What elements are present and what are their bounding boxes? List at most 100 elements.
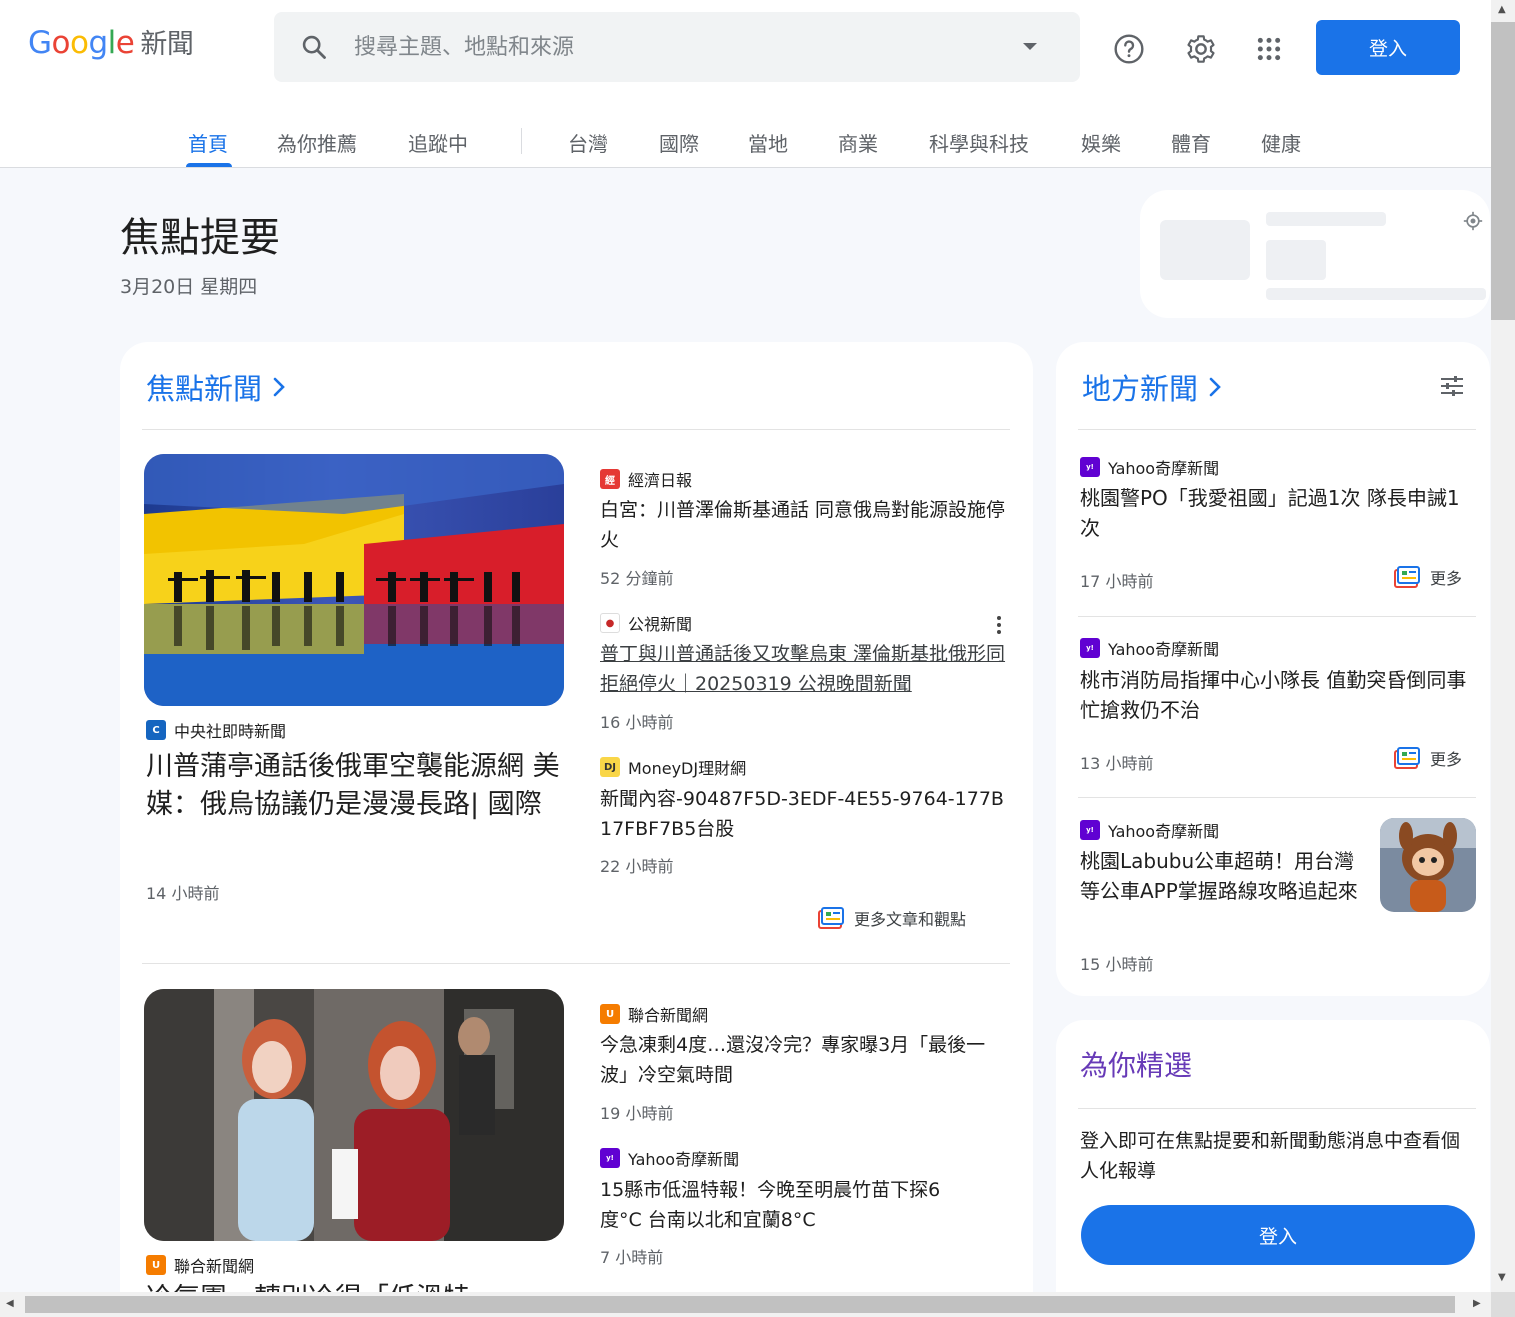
scroll-down-arrow-icon[interactable]: ▼	[1498, 1272, 1506, 1283]
more-options-button[interactable]	[984, 610, 1014, 640]
scroll-up-arrow-icon[interactable]: ▲	[1498, 4, 1506, 15]
article-headline[interactable]: 15縣市低溫特報！今晚至明晨竹苗下探6度°C 台南以北和宜蘭8°C	[600, 1175, 980, 1235]
kebab-icon	[997, 472, 1001, 490]
more-options-button[interactable]	[1334, 812, 1364, 842]
source-name: 經濟日報	[628, 471, 693, 490]
tab-following[interactable]: 追蹤中	[408, 128, 468, 157]
vertical-scroll-thumb[interactable]	[1491, 22, 1515, 320]
article-headline[interactable]: 今急凍剩4度…還沒冷完？專家曝3月「最後一波」冷空氣時間	[600, 1030, 1008, 1090]
more-options-button[interactable]	[1456, 452, 1486, 482]
horizontal-scroll-thumb[interactable]	[25, 1296, 1455, 1313]
weather-skeleton	[1266, 240, 1326, 280]
more-options-button[interactable]	[1456, 634, 1486, 664]
tab-world[interactable]: 國際	[659, 128, 699, 157]
article-source: y! Yahoo奇摩新聞	[1080, 636, 1219, 660]
tab-sports[interactable]: 體育	[1171, 128, 1211, 157]
vertical-scrollbar[interactable]: ▲ ▼	[1491, 0, 1515, 1292]
apps-grid-icon	[1257, 37, 1281, 61]
tab-business[interactable]: 商業	[838, 128, 878, 157]
hero-headline[interactable]: 川普蒲亭通話後俄軍空襲能源網 美媒：俄烏協議仍是漫漫長路| 國際	[146, 748, 566, 824]
scroll-left-arrow-icon[interactable]: ◀	[6, 1298, 14, 1309]
search-options-dropdown[interactable]	[980, 12, 1080, 82]
article-headline[interactable]: 新聞內容-90487F5D-3EDF-4E55-9764-177B17FBF7B…	[600, 784, 1008, 844]
search-icon	[302, 35, 326, 59]
source-name: 公視新聞	[628, 615, 693, 634]
divider	[142, 429, 1010, 430]
kebab-icon	[997, 1152, 1001, 1170]
horizontal-scrollbar[interactable]: ◀ ▶	[0, 1292, 1491, 1317]
search-button[interactable]	[274, 12, 354, 82]
source-name: 聯合新聞網	[174, 1257, 255, 1276]
hero-headline[interactable]: 冷氣團一轉別冷得「低溫特	[146, 1280, 566, 1292]
more-options-button[interactable]	[984, 1000, 1014, 1030]
nav-divider	[521, 128, 522, 154]
more-options-button[interactable]	[540, 716, 570, 746]
apps-button[interactable]	[1234, 14, 1304, 84]
kebab-icon	[553, 722, 557, 740]
article-source: ● 公視新聞	[600, 611, 692, 635]
kebab-icon	[997, 616, 1001, 634]
more-options-button[interactable]	[984, 1146, 1014, 1176]
article-source: y! Yahoo奇摩新聞	[1080, 818, 1219, 842]
more-coverage-button[interactable]: 更多	[1394, 746, 1462, 770]
article-source: U 聯合新聞網	[600, 1002, 708, 1026]
article-source: y! Yahoo奇摩新聞	[1080, 455, 1219, 479]
source-name: Yahoo奇摩新聞	[1108, 459, 1220, 478]
help-icon	[1114, 34, 1144, 64]
logo-letter: o	[70, 25, 89, 61]
tab-home[interactable]: 首頁	[188, 128, 228, 157]
picks-title: 為你精選	[1080, 1049, 1193, 1082]
moneydj-logo-icon: DJ	[600, 757, 620, 777]
tune-sliders-icon	[1441, 376, 1463, 396]
chevron-right-icon	[273, 377, 285, 397]
help-button[interactable]	[1094, 14, 1164, 84]
top-stories-link[interactable]: 焦點新聞	[146, 366, 286, 408]
more-coverage-button[interactable]: 更多	[1394, 565, 1462, 589]
article-headline[interactable]: 桃市消防局指揮中心小隊長 值勤突昏倒同事忙搶救仍不治	[1080, 665, 1476, 725]
location-button[interactable]	[1460, 208, 1486, 234]
scroll-right-arrow-icon[interactable]: ▶	[1473, 1298, 1481, 1309]
yahoo-logo-icon: y!	[1080, 638, 1100, 658]
article-time: 14 小時前	[146, 884, 220, 903]
sign-in-button[interactable]: 登入	[1316, 20, 1460, 75]
full-coverage-button[interactable]: 更多文章和觀點	[804, 898, 980, 938]
google-news-logo[interactable]: Google 新聞	[28, 22, 194, 61]
article-time: 13 小時前	[1080, 754, 1154, 773]
more-options-button[interactable]	[984, 754, 1014, 784]
tab-science-tech[interactable]: 科學與科技	[929, 128, 1029, 157]
more-options-button[interactable]	[984, 466, 1014, 496]
hero-image-soldiers[interactable]	[144, 454, 564, 706]
article-headline[interactable]: 桃園警PO「我愛祖國」記過1次 隊長申誡1次	[1080, 483, 1476, 543]
cna-logo-icon: C	[146, 720, 166, 740]
article-headline[interactable]: 桃園Labubu公車超萌！用台灣等公車APP掌握路線攻略追起來	[1080, 846, 1365, 906]
picks-sign-in-button[interactable]: 登入	[1081, 1205, 1475, 1265]
tab-health[interactable]: 健康	[1261, 128, 1301, 157]
article-time: 15 小時前	[1080, 955, 1154, 974]
labubu-bus-thumbnail[interactable]	[1380, 818, 1476, 912]
active-tab-indicator	[186, 163, 232, 167]
local-news-link[interactable]: 地方新聞	[1082, 366, 1222, 408]
weather-skeleton	[1160, 220, 1250, 280]
full-coverage-label: 更多文章和觀點	[854, 910, 967, 929]
tab-entertainment[interactable]: 娛樂	[1081, 128, 1121, 157]
article-headline[interactable]: 白宮：川普澤倫斯基通話 同意俄烏對能源設施停火	[600, 495, 1008, 555]
tab-for-you[interactable]: 為你推薦	[277, 128, 357, 157]
tab-local[interactable]: 當地	[748, 128, 788, 157]
more-options-button[interactable]	[540, 1250, 570, 1280]
logo-letter: g	[88, 25, 108, 61]
local-settings-button[interactable]	[1437, 371, 1467, 401]
hero-image-street[interactable]	[144, 989, 564, 1241]
full-coverage-icon	[1394, 747, 1420, 769]
settings-button[interactable]	[1166, 14, 1236, 84]
top-stories-label: 焦點新聞	[146, 372, 263, 406]
caret-down-icon	[1023, 43, 1037, 50]
article-headline[interactable]: 普丁與川普通話後又攻擊烏東 澤倫斯基批俄形同拒絕停火｜20250319 公視晚間…	[600, 639, 1008, 699]
source-name: Yahoo奇摩新聞	[628, 1150, 740, 1169]
street-people-image	[144, 989, 564, 1241]
article-source: y! Yahoo奇摩新聞	[600, 1146, 739, 1170]
labubu-image	[1380, 818, 1476, 912]
search-input[interactable]	[354, 34, 980, 60]
source-name: Yahoo奇摩新聞	[1108, 822, 1220, 841]
tab-taiwan[interactable]: 台灣	[568, 128, 608, 157]
kebab-icon	[1469, 458, 1473, 476]
